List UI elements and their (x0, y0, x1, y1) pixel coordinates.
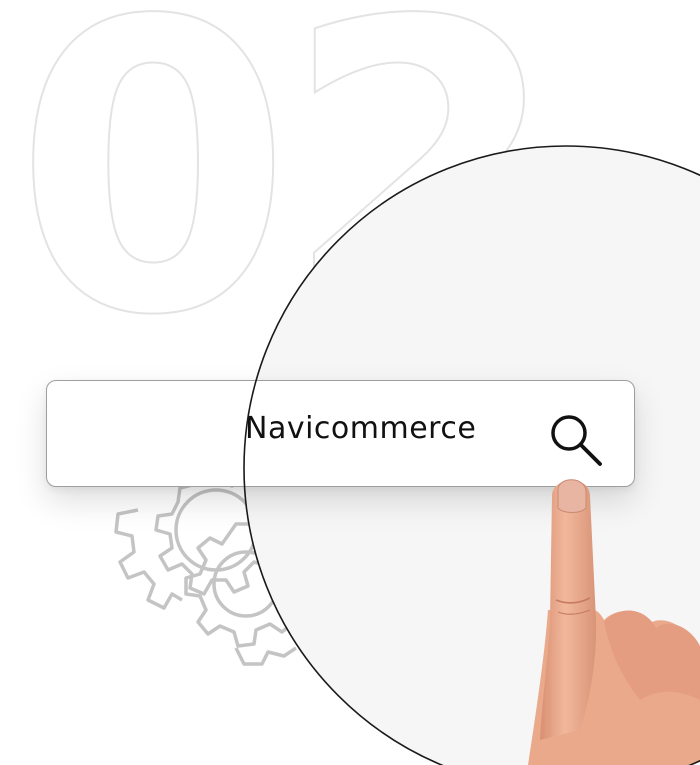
fingernail (557, 479, 587, 513)
pointing-finger (528, 479, 700, 765)
stage: 02 Navicommerce (0, 0, 700, 765)
